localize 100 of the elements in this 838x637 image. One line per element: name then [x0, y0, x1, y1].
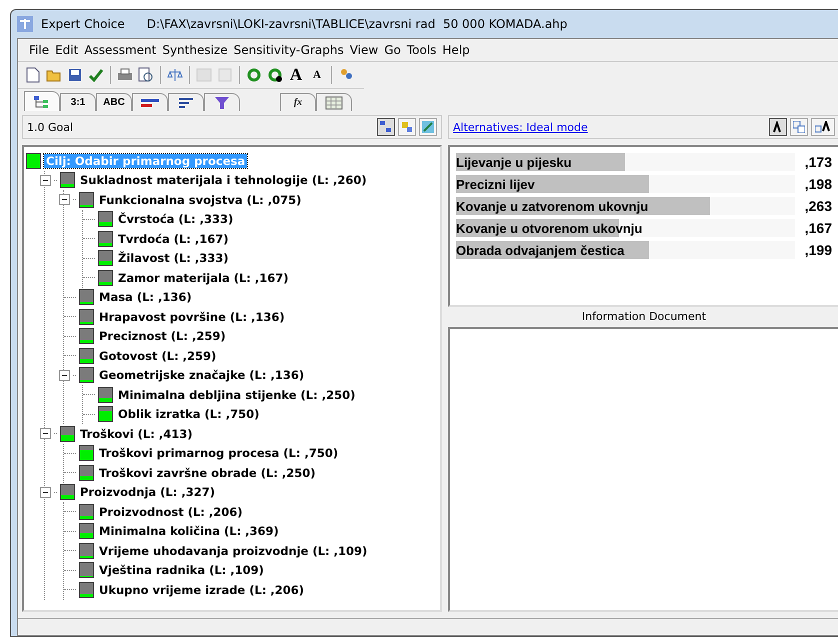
app-title: Expert Choice: [41, 17, 125, 31]
alternative-name: Kovanje u zatvorenom ukovnju: [456, 198, 648, 214]
priority-swatch: [60, 426, 75, 442]
font-decrease-button[interactable]: A: [308, 66, 326, 84]
menu-item[interactable]: File: [26, 41, 52, 59]
tree-node-label[interactable]: Minimalna debljina stijenke (L: ,250): [116, 388, 358, 402]
print-preview-icon[interactable]: [137, 66, 155, 84]
collapse-toggle[interactable]: [59, 194, 70, 206]
priority-swatch: [98, 406, 113, 422]
menu-item[interactable]: Go: [381, 41, 404, 59]
priority-swatch: [79, 367, 94, 384]
tree-node-label[interactable]: Hrapavost površine (L: ,136): [97, 310, 287, 324]
tree-node-label[interactable]: Ukupno vrijeme izrade (L: ,206): [97, 582, 306, 597]
add-font-button[interactable]: [811, 118, 835, 136]
priority-swatch: [98, 250, 113, 266]
menu-item[interactable]: View: [346, 41, 382, 59]
lines-tab[interactable]: [168, 93, 204, 111]
tree-node-label[interactable]: Proizvodnja (L: ,327): [78, 485, 217, 500]
priority-swatch: [79, 348, 94, 364]
funnel-tab[interactable]: [204, 93, 240, 111]
file-path: D:\FAX\zavrsni\LOKI-zavrsni\TABLICE\zavrsni rad 50 000 KOMADA.ahp: [146, 17, 568, 31]
line-chart-icon: [422, 121, 434, 133]
font-increase-button[interactable]: A: [287, 66, 305, 84]
tree-view-icon: [33, 94, 51, 108]
tree-node-label[interactable]: Geometrijske značajke (L: ,136): [97, 368, 306, 382]
font-edit-button[interactable]: [769, 118, 787, 136]
priority-swatch: [26, 152, 41, 169]
alternative-priority: ,198: [804, 176, 832, 192]
collapse-toggle[interactable]: [40, 486, 51, 498]
bar-chart-tab[interactable]: [132, 93, 168, 111]
priority-swatch: [98, 211, 113, 228]
tree-node-label[interactable]: Vrijeme uhodavanja proizvodnje (L: ,109): [97, 544, 370, 558]
save-icon[interactable]: [66, 66, 84, 84]
priority-swatch: [79, 445, 94, 462]
tree-node-label[interactable]: Troškovi primarnog procesa (L: ,750): [97, 446, 340, 460]
cycle-icon[interactable]: [245, 66, 263, 84]
priority-swatch: [60, 484, 75, 500]
alternative-name: Precizni lijev: [456, 176, 535, 192]
alternative-priority: ,173: [804, 154, 832, 170]
tree-node-label[interactable]: Minimalna količina (L: ,369): [97, 524, 281, 538]
tree-node-label[interactable]: Proizvodnost (L: ,206): [97, 504, 245, 519]
view-tab[interactable]: 3:1: [60, 93, 96, 111]
priority-swatch: [79, 328, 94, 344]
menu-item[interactable]: Synthesize: [159, 41, 231, 59]
tree-node-label[interactable]: Masa (L: ,136): [97, 290, 194, 304]
tree-node-label[interactable]: Sukladnost materijala i tehnologije (L: ,260): [78, 173, 369, 188]
priority-swatch: [79, 308, 94, 325]
collapse-toggle[interactable]: [40, 428, 51, 440]
tree-node-label[interactable]: Gotovost (L: ,259): [97, 348, 218, 363]
node-view-button[interactable]: [398, 118, 416, 136]
menu-item[interactable]: Tools: [404, 41, 440, 59]
tree-node-label[interactable]: Oblik izratka (L: ,750): [116, 407, 262, 422]
squares-icon: [793, 121, 805, 133]
priority-swatch: [79, 464, 94, 481]
tree-node-label[interactable]: Vještina radnika (L: ,109): [97, 563, 266, 578]
alternative-name: Obrada odvajanjem čestica: [456, 242, 624, 258]
letter-icon: [815, 121, 831, 133]
priority-swatch: [60, 172, 75, 188]
tree-node-label[interactable]: Zamor materijala (L: ,167): [116, 270, 291, 285]
menu-item[interactable]: Assessment: [81, 41, 160, 59]
expand-collapse-button[interactable]: [790, 118, 808, 136]
lines-icon: [178, 96, 194, 108]
alternative-priority: ,167: [804, 220, 832, 236]
menu-item[interactable]: Edit: [52, 41, 82, 59]
collapse-toggle[interactable]: [59, 370, 70, 381]
priority-swatch: [79, 542, 94, 559]
alternative-name: Kovanje u otvorenom ukovnju: [456, 220, 642, 236]
funnel-icon: [214, 96, 230, 110]
alternatives-link[interactable]: Alternatives: Ideal mode: [453, 120, 588, 134]
tree-node-label[interactable]: Troškovi (L: ,413): [78, 426, 194, 441]
priority-swatch: [79, 582, 94, 598]
table-tab[interactable]: [316, 93, 352, 111]
tree-node-label[interactable]: Troškovi završne obrade (L: ,250): [97, 466, 318, 480]
priority-swatch: [79, 523, 94, 540]
view-tab[interactable]: ABC: [96, 93, 132, 111]
collapse-toggle[interactable]: [40, 174, 51, 186]
new-document-icon[interactable]: [24, 66, 42, 84]
view-tab[interactable]: fx: [280, 93, 316, 111]
tree-node-label[interactable]: Preciznost (L: ,259): [97, 329, 228, 344]
priority-swatch: [79, 192, 94, 208]
alternative-name: Lijevanje u pijesku: [456, 154, 572, 170]
scales-icon[interactable]: [166, 66, 184, 84]
bar-chart-icon: [140, 98, 160, 108]
tree-node-label[interactable]: Čvrstoća (L: ,333): [116, 212, 236, 226]
info-document-title: Information Document: [582, 309, 706, 325]
priority-swatch: [79, 289, 94, 306]
tree-node-label[interactable]: Žilavost (L: ,333): [116, 251, 231, 266]
priority-swatch: [98, 270, 113, 286]
priority-swatch: [79, 504, 94, 520]
tree-view-button[interactable]: [377, 118, 395, 136]
tree-node-label[interactable]: Tvrdoća (L: ,167): [116, 232, 231, 246]
tree-node-label[interactable]: Funkcionalna svojstva (L: ,075): [97, 192, 304, 207]
menu-item[interactable]: Help: [439, 41, 473, 59]
priority-swatch: [79, 562, 94, 578]
squares-icon: [401, 121, 413, 133]
alternative-priority: ,199: [804, 242, 832, 258]
chart-view-button[interactable]: [419, 118, 437, 136]
menu-item[interactable]: Sensitivity-Graphs: [230, 41, 347, 59]
tree-view-tab[interactable]: [24, 91, 60, 111]
cycle-dot-icon[interactable]: [266, 66, 284, 84]
